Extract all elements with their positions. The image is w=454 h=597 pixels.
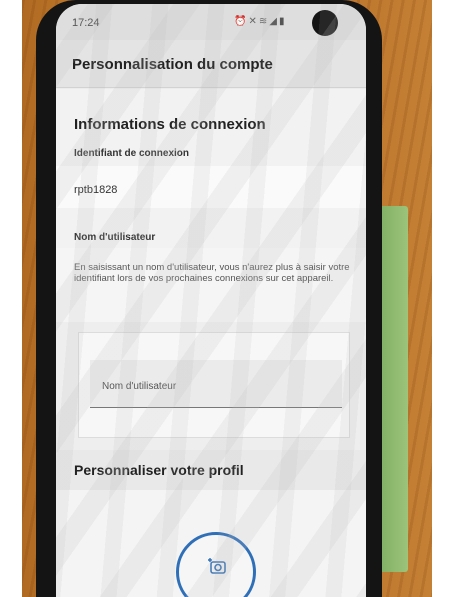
front-camera xyxy=(312,10,338,36)
username-description-area xyxy=(56,248,366,332)
status-bar: 17:24 ⏰✕≋◢▮ xyxy=(56,4,366,40)
add-photo-icon xyxy=(208,556,228,576)
status-time: 17:24 xyxy=(72,17,100,29)
green-object xyxy=(378,206,408,572)
status-icons: ⏰✕≋◢▮ xyxy=(234,16,286,27)
page-title: Personnalisation du compte xyxy=(72,56,273,73)
username-label: Nom d'utilisateur xyxy=(74,232,156,243)
identifier-label: Identifiant de connexion xyxy=(74,148,190,159)
mute-icon: ✕ xyxy=(248,16,259,27)
username-description: En saisissant un nom d'utilisateur, vous… xyxy=(74,262,350,284)
wifi-icon: ≋ xyxy=(258,16,270,27)
signal-icon: ◢ xyxy=(269,16,279,27)
profile-section-title: Personnaliser votre profil xyxy=(74,462,244,478)
username-input-placeholder: Nom d'utilisateur xyxy=(102,381,177,392)
battery-icon: ▮ xyxy=(278,16,287,27)
login-info-title: Informations de connexion xyxy=(74,116,266,133)
identifier-value: rptb1828 xyxy=(74,184,118,196)
alarm-icon: ⏰ xyxy=(234,16,249,27)
phone-screen: 17:24 ⏰✕≋◢▮ Personnalisation du compte I… xyxy=(56,4,366,597)
